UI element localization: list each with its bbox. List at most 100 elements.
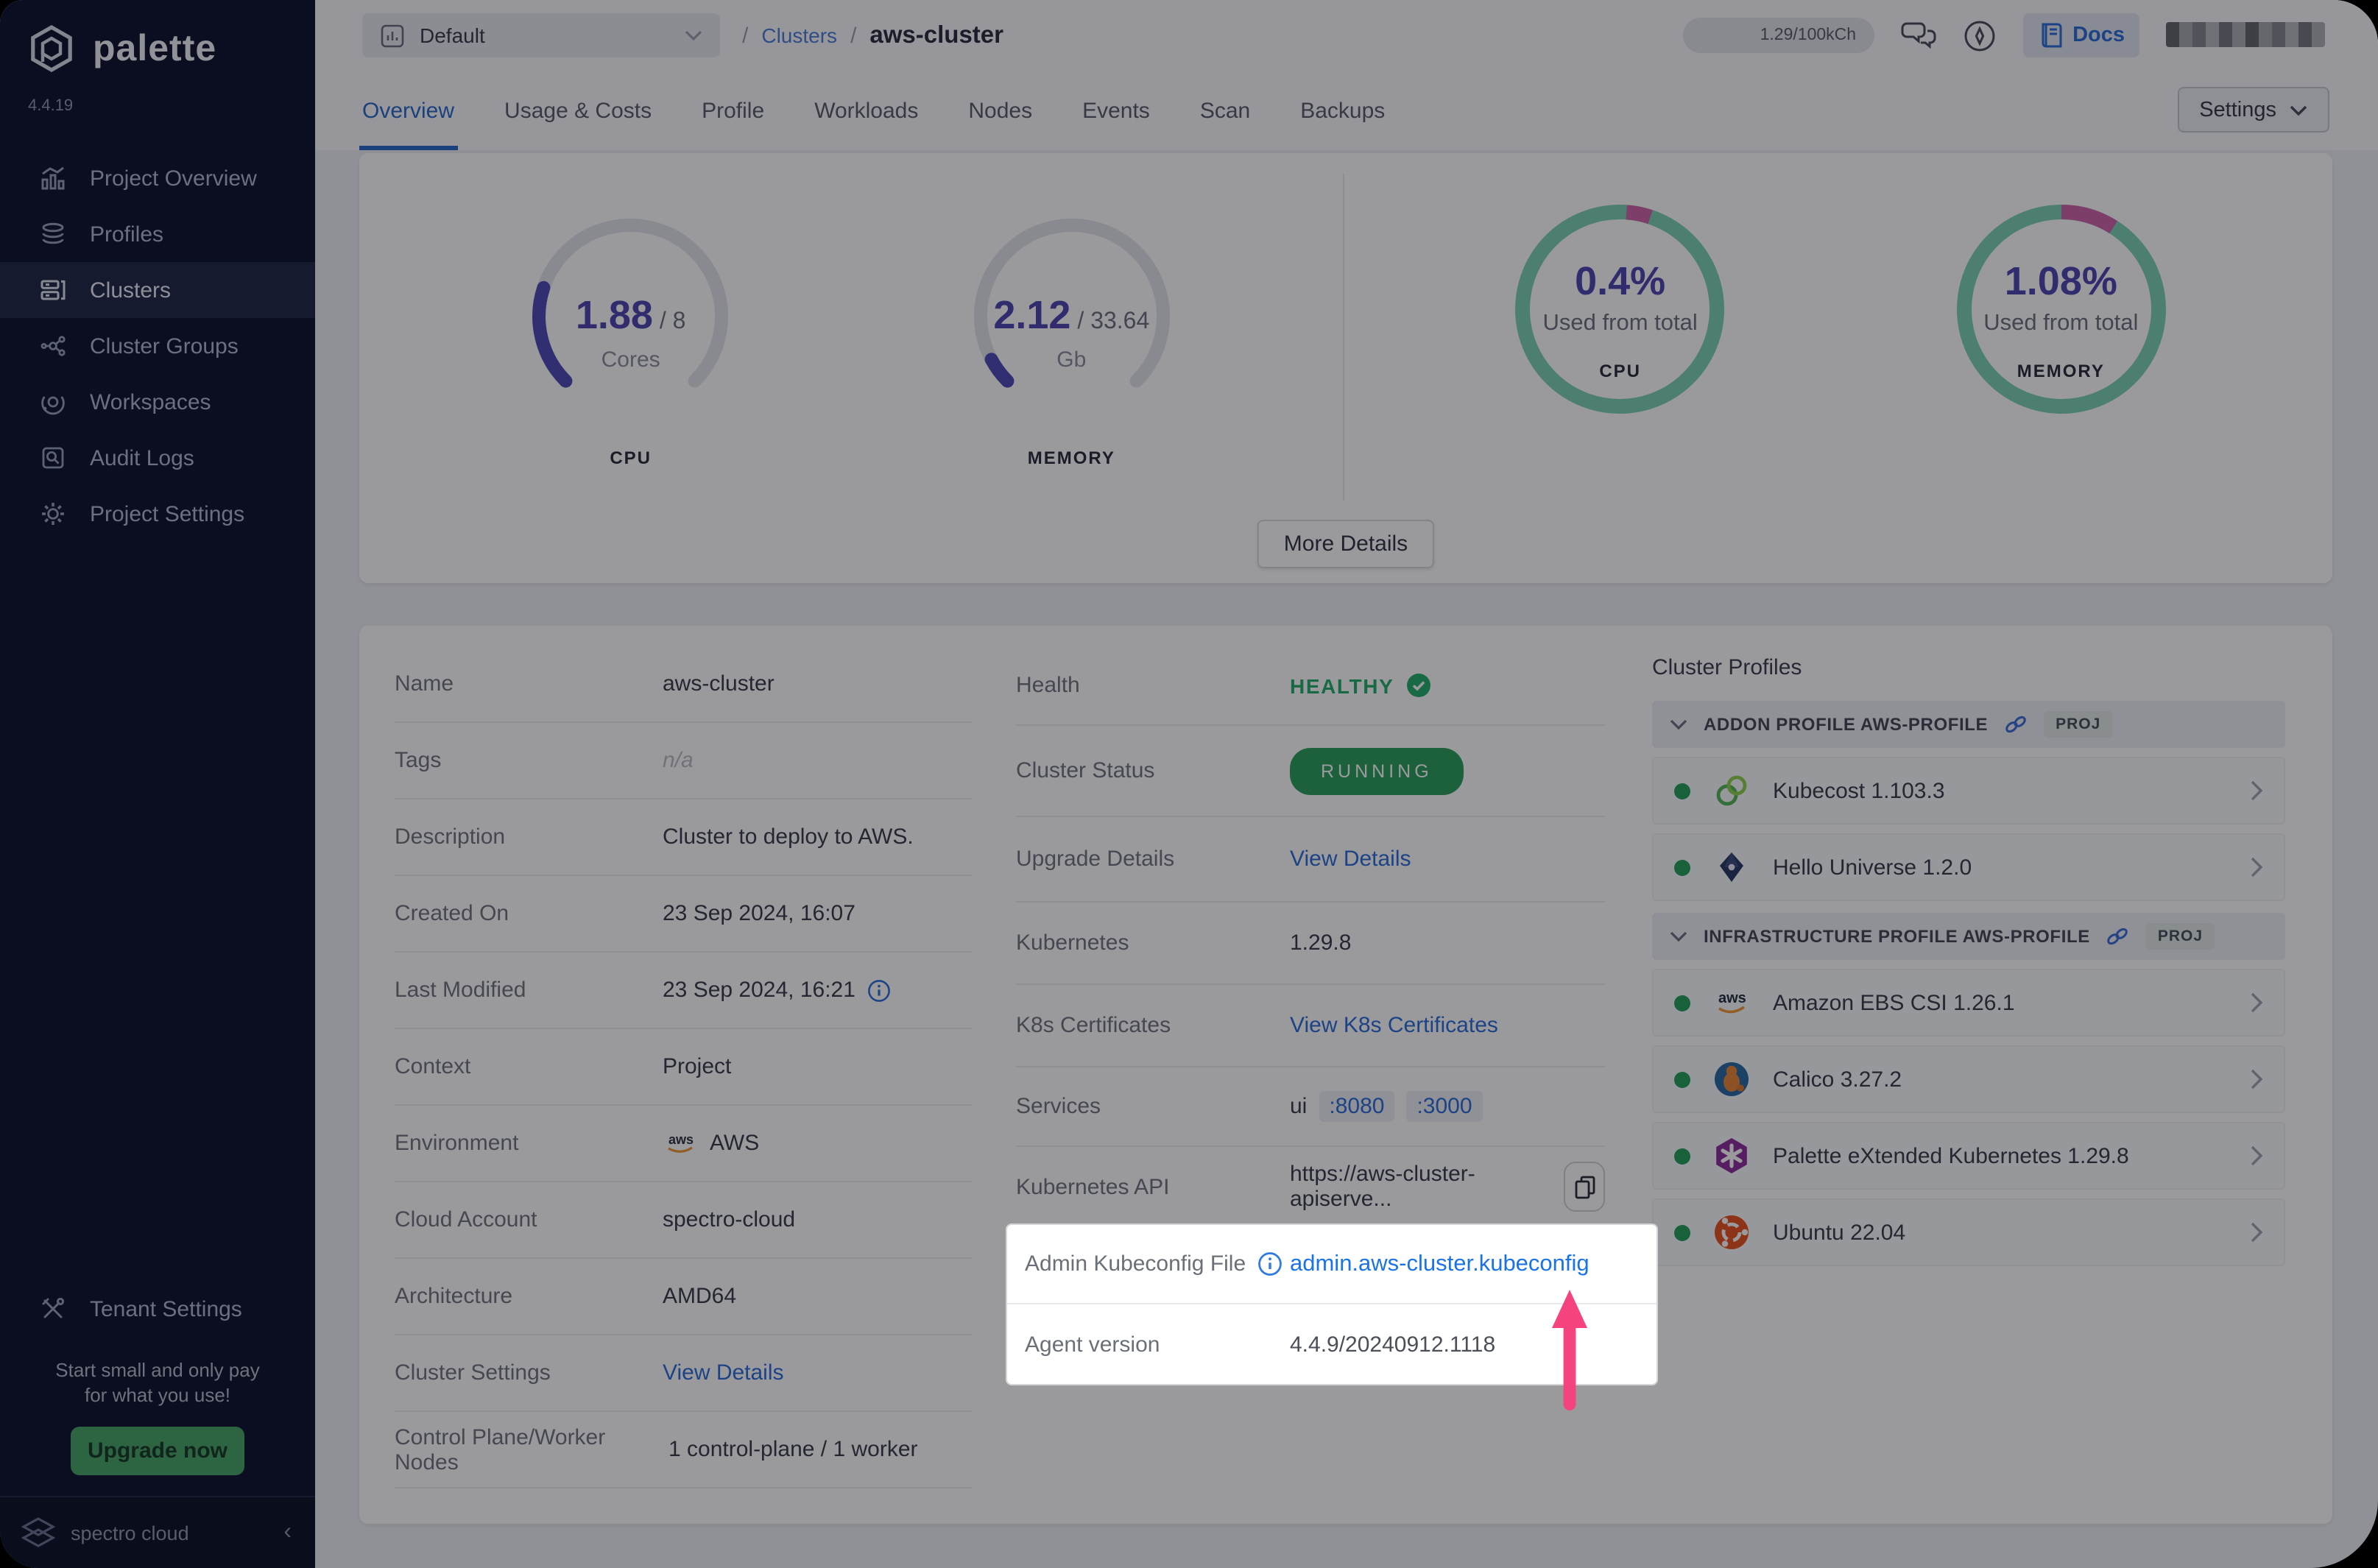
app-version: 4.4.19 [28,97,74,115]
chevron-down-icon [2290,105,2307,116]
project-scope-badge: PROJ [2145,923,2215,950]
settings-button[interactable]: Settings [2177,87,2329,133]
breadcrumb-clusters-link[interactable]: Clusters [761,24,837,47]
hello-universe-icon [1720,852,1743,882]
service-port-8080-link[interactable]: :8080 [1319,1091,1395,1122]
sidebar-item-label: Clusters [90,278,172,303]
services-name: ui [1290,1094,1308,1119]
ubuntu-icon [1715,1215,1749,1249]
project-overview-icon [41,166,65,190]
kubecost-icon [1716,775,1747,806]
detail-row-cluster-settings: Cluster Settings View Details [395,1335,972,1412]
cpu-donut: 0.4% Used from total CPU [1451,153,1790,583]
help-button[interactable] [1962,18,1996,52]
upgrade-view-details-link[interactable]: View Details [1290,847,1411,872]
check-circle-icon [1406,674,1430,697]
sidebar-item-audit-logs[interactable]: Audit Logs [0,430,315,486]
detail-row-last-modified: Last Modified 23 Sep 2024, 16:21 [395,953,972,1029]
tabbar: Overview Usage & Costs Profile Workloads… [315,71,2378,150]
running-badge: RUNNING [1290,747,1464,794]
admin-kubeconfig-link[interactable]: admin.aws-cluster.kubeconfig [1290,1251,1590,1277]
breadcrumb: / Clusters / aws-cluster [742,0,1003,71]
memory-donut-ring [1956,205,2166,414]
sidebar-item-label: Project Overview [90,166,257,191]
calico-icon [1715,1062,1749,1096]
view-k8s-certificates-link[interactable]: View K8s Certificates [1290,1013,1498,1038]
credits-badge: 1.29/100kCh [1682,18,1874,53]
project-selector[interactable]: Default [362,13,720,57]
status-dot [1674,1224,1690,1240]
detail-row-nodes: Control Plane/Worker Nodes 1 control-pla… [395,1412,972,1488]
tab-backups[interactable]: Backups [1300,71,1385,150]
docs-button[interactable]: Docs [2022,13,2139,57]
sidebar-item-label: Tenant Settings [90,1296,242,1321]
tab-nodes[interactable]: Nodes [968,71,1032,150]
profile-item-ubuntu[interactable]: Ubuntu 22.04 [1652,1198,2285,1266]
sidebar-item-workspaces[interactable]: Workspaces [0,374,315,430]
promo-line2: for what you use! [85,1384,230,1406]
info-icon[interactable] [867,978,891,1002]
status-dot [1674,995,1690,1011]
brand-logo-row: palette [0,0,315,74]
chevron-right-icon [2251,1145,2263,1166]
addon-profile-group-header[interactable]: ADDON PROFILE AWS-PROFILE PROJ [1652,701,2285,748]
workspaces-icon [41,396,65,415]
aws-logo-icon: aws [1718,990,1746,1014]
sidebar-item-label: Profiles [90,222,164,247]
sidebar: palette 4.4.19 Project Overview Profiles [0,0,315,1568]
detail-row-upgrade-details: Upgrade Details View Details [1016,817,1605,903]
tour-arrow-icon [1552,1290,1587,1410]
more-details-button[interactable]: More Details [1257,520,1435,568]
chevron-right-icon [2251,1222,2263,1243]
health-status: HEALTHY [1290,673,1430,698]
tab-overview[interactable]: Overview [359,71,457,150]
tab-workloads[interactable]: Workloads [814,71,918,150]
detail-row-description: Description Cluster to deploy to AWS. [395,799,972,876]
profile-item-calico[interactable]: Calico 3.27.2 [1652,1045,2285,1113]
aws-logo-icon: aws [668,1132,694,1153]
detail-row-kubernetes: Kubernetes 1.29.8 [1016,903,1605,985]
compass-icon [1964,20,1994,51]
detail-row-environment: Environment aws AWS [395,1106,972,1182]
sidebar-item-tenant-settings[interactable]: Tenant Settings [0,1281,315,1337]
upgrade-now-button[interactable]: Upgrade now [71,1427,244,1475]
copy-api-button[interactable] [1564,1162,1605,1212]
project-icon [381,24,404,47]
sidebar-item-cluster-groups[interactable]: Cluster Groups [0,318,315,374]
profile-item-hello-universe[interactable]: Hello Universe 1.2.0 [1652,833,2285,901]
palette-logo-icon [31,25,72,72]
tab-scan[interactable]: Scan [1200,71,1250,150]
status-dot [1674,783,1690,799]
footer-brand: spectro cloud [71,1522,189,1544]
profile-item-palette-extended-kubernetes[interactable]: Palette eXtended Kubernetes 1.29.8 [1652,1122,2285,1190]
sidebar-collapse-icon[interactable]: ‹ [283,1519,292,1546]
cluster-profiles-title: Cluster Profiles [1652,655,1802,680]
tab-usage-costs[interactable]: Usage & Costs [504,71,652,150]
audit-logs-icon [42,447,64,469]
sidebar-item-profiles[interactable]: Profiles [0,206,315,262]
app-window: palette 4.4.19 Project Overview Profiles [0,0,2378,1568]
profile-item-amazon-ebs-csi[interactable]: aws Amazon EBS CSI 1.26.1 [1652,969,2285,1036]
cpu-gauge: 1.88 / 8 Cores CPU [462,153,800,583]
detail-row-cloud-account: Cloud Account spectro-cloud [395,1182,972,1259]
upgrade-promo: Start small and only pay for what you us… [0,1337,315,1408]
infrastructure-profile-group-header[interactable]: INFRASTRUCTURE PROFILE AWS-PROFILE PROJ [1652,913,2285,960]
spectro-cloud-logo-icon [21,1517,56,1547]
sidebar-item-project-settings[interactable]: Project Settings [0,486,315,542]
detail-row-k8s-certificates: K8s Certificates View K8s Certificates [1016,985,1605,1067]
profile-item-kubecost[interactable]: Kubecost 1.103.3 [1652,757,2285,824]
redacted-user[interactable] [2166,21,2325,46]
chevron-down-icon [1670,719,1687,730]
tab-profile[interactable]: Profile [702,71,764,150]
sidebar-nav: Project Overview Profiles Clusters Clust… [0,150,315,542]
info-icon[interactable] [1257,1251,1283,1276]
chat-button[interactable] [1900,19,1936,52]
service-port-3000-link[interactable]: :3000 [1406,1091,1483,1122]
svg-text:aws: aws [668,1132,694,1147]
sidebar-item-clusters[interactable]: Clusters [0,262,315,318]
cpu-donut-ring [1515,205,1725,414]
tab-events[interactable]: Events [1082,71,1150,150]
status-dot [1674,1148,1690,1164]
sidebar-item-project-overview[interactable]: Project Overview [0,150,315,206]
cluster-settings-view-details-link[interactable]: View Details [663,1360,784,1385]
